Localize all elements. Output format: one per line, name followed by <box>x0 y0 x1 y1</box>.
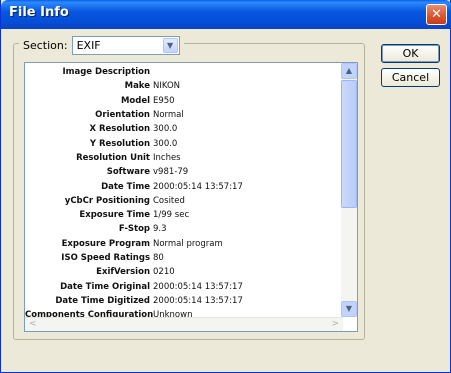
exif-field-value: Normal <box>153 110 184 121</box>
close-button[interactable]: ✕ <box>426 4 447 25</box>
chevron-down-icon[interactable]: ▼ <box>162 37 178 53</box>
section-label: Section: <box>23 38 68 52</box>
exif-field-value: 9.3 <box>153 224 167 235</box>
exif-row[interactable]: X Resolution 300.0 <box>25 122 343 136</box>
exif-field-name: Exposure Program <box>61 238 150 249</box>
scroll-left-button[interactable]: < <box>29 319 37 329</box>
ok-button[interactable]: OK <box>381 44 440 63</box>
exif-field-name: Y Resolution <box>89 138 150 149</box>
section-dropdown-value: EXIF <box>76 38 101 52</box>
exif-row[interactable]: ISO Speed Ratings 80 <box>25 251 343 265</box>
exif-row[interactable]: Date Time 2000:05:14 13:57:17 <box>25 179 343 193</box>
exif-field-value: 300.0 <box>153 138 178 149</box>
exif-row[interactable]: Make NIKON <box>25 79 343 93</box>
exif-row[interactable]: Resolution Unit Inches <box>25 151 343 165</box>
exif-row[interactable]: Exposure Time 1/99 sec <box>25 208 343 222</box>
exif-row[interactable]: yCbCr Positioning Cosited <box>25 194 343 208</box>
title-bar[interactable]: File Info ✕ <box>1 0 451 29</box>
exif-field-name: Date Time <box>101 181 150 192</box>
exif-row[interactable]: ExifVersion 0210 <box>25 265 343 279</box>
exif-field-name: Date Time Digitized <box>55 295 150 306</box>
exif-row[interactable]: Exposure Program Normal program <box>25 237 343 251</box>
section-dropdown[interactable]: EXIF ▼ <box>71 35 180 55</box>
exif-field-name: F-Stop <box>118 224 150 235</box>
exif-field-name: yCbCr Positioning <box>64 195 150 206</box>
exif-field-name: Software <box>106 167 150 178</box>
exif-field-name: Resolution Unit <box>76 152 150 163</box>
exif-row[interactable]: Model E950 <box>25 94 343 108</box>
exif-field-value: 300.0 <box>153 124 178 135</box>
exif-field-value: 1/99 sec <box>153 210 190 221</box>
scroll-thumb[interactable] <box>341 80 357 208</box>
exif-field-value: Inches <box>153 152 181 163</box>
exif-row[interactable]: Image Description <box>25 65 343 79</box>
exif-field-value: 2000:05:14 13:57:17 <box>153 295 243 306</box>
horizontal-scrollbar[interactable]: < > <box>25 317 343 331</box>
exif-row[interactable]: Date Time Digitized 2000:05:14 13:57:17 <box>25 294 343 308</box>
file-info-dialog: File Info ✕ Section: EXIF ▼ Image Descri… <box>0 0 451 373</box>
exif-field-value: 2000:05:14 13:57:17 <box>153 181 243 192</box>
exif-field-value: 2000:05:14 13:57:17 <box>153 281 243 292</box>
exif-field-value: 80 <box>153 253 164 263</box>
scroll-right-button[interactable]: > <box>331 319 339 329</box>
exif-field-name: Make <box>124 81 150 92</box>
exif-field-name: ISO Speed Ratings <box>61 253 150 263</box>
exif-field-value: Normal program <box>153 238 223 249</box>
window-title: File Info <box>9 5 69 20</box>
exif-field-name: Exposure Time <box>79 210 150 221</box>
section-selector-row: Section: EXIF ▼ <box>19 35 184 55</box>
exif-field-value: v981-79 <box>153 167 189 178</box>
exif-field-name: X Resolution <box>89 124 150 135</box>
exif-row[interactable]: Software v981-79 <box>25 165 343 179</box>
cancel-button[interactable]: Cancel <box>381 68 440 87</box>
exif-field-list[interactable]: Image Description Make NIKON Model E950 Orien… <box>24 62 358 332</box>
exif-field-name: Model <box>120 95 150 106</box>
exif-field-value: 0210 <box>153 267 175 278</box>
exif-row[interactable]: Date Time Original 2000:05:14 13:57:17 <box>25 279 343 293</box>
exif-field-name: ExifVersion <box>96 267 150 278</box>
exif-field-name: Orientation <box>95 110 150 121</box>
scroll-down-button[interactable]: ▼ <box>341 301 357 317</box>
exif-field-name: Image Description <box>62 67 150 78</box>
exif-field-value: E950 <box>153 95 175 106</box>
exif-rows: Image Description Make NIKON Model E950 Orien… <box>25 65 343 322</box>
scroll-up-button[interactable]: ▲ <box>341 63 357 79</box>
exif-field-value: Cosited <box>153 195 185 206</box>
exif-row[interactable]: F-Stop 9.3 <box>25 222 343 236</box>
exif-row[interactable]: Orientation Normal <box>25 108 343 122</box>
exif-row[interactable]: Y Resolution 300.0 <box>25 136 343 150</box>
exif-field-value: NIKON <box>153 81 181 92</box>
vertical-scrollbar[interactable]: ▲ ▼ <box>341 63 357 317</box>
exif-field-name: Date Time Original <box>60 281 150 292</box>
